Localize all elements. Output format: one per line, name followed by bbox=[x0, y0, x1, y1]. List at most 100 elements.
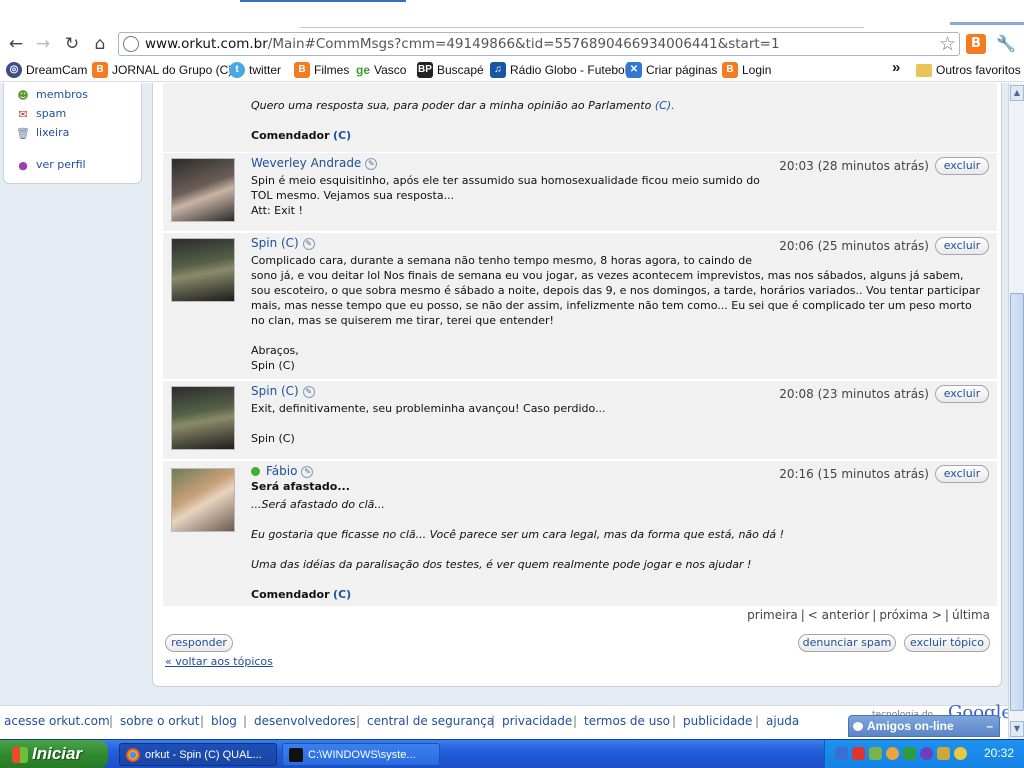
wrench-menu-icon[interactable]: 🔧 bbox=[996, 34, 1016, 54]
pager-next[interactable]: próxima > bbox=[879, 608, 942, 622]
footer-link[interactable]: desenvolvedores bbox=[254, 714, 356, 728]
community-sidebar: ▦ ☻membros ✉spam 🗑lixeira ●ver perfil bbox=[3, 83, 142, 184]
spam-icon: ✉ bbox=[18, 107, 28, 121]
delete-post-button[interactable]: excluir bbox=[935, 465, 989, 483]
antivirus-icon[interactable] bbox=[903, 747, 916, 760]
network-icon[interactable] bbox=[835, 747, 848, 760]
bookmark-dreamcam[interactable]: ◎ DreamCam bbox=[6, 62, 87, 78]
post-author-link[interactable]: Fábio ✎ bbox=[251, 464, 314, 478]
blogger-extension-icon[interactable]: B bbox=[966, 34, 986, 54]
bookmark-login[interactable]: B Login bbox=[722, 62, 771, 78]
browser-toolbar: ← → ↻ ⌂ www.orkut.com.br/Main#CommMsgs?c… bbox=[0, 30, 1024, 58]
start-button[interactable]: Iniciar bbox=[0, 740, 108, 768]
footer-separator: | bbox=[243, 714, 248, 728]
page-info-icon[interactable] bbox=[123, 36, 139, 52]
bookmark-jornal[interactable]: B JORNAL do Grupo (C) bbox=[92, 62, 232, 78]
avatar[interactable] bbox=[171, 238, 235, 302]
scrollbar-thumb[interactable] bbox=[1010, 293, 1024, 711]
messenger-icon[interactable] bbox=[920, 747, 933, 760]
post-timestamp: 20:08 (23 minutos atrás) bbox=[779, 387, 929, 401]
footer-link[interactable]: publicidade bbox=[683, 714, 752, 728]
other-bookmarks-folder[interactable]: Outros favoritos bbox=[916, 62, 1021, 78]
avatar[interactable] bbox=[171, 158, 235, 222]
post-author-link[interactable]: Spin (C) ✎ bbox=[251, 236, 315, 250]
bookmark-star-icon[interactable]: ☆ bbox=[939, 33, 956, 55]
post-text-line: Spin (C) bbox=[251, 359, 295, 372]
avatar[interactable] bbox=[171, 468, 235, 532]
forward-arrow-icon[interactable]: → bbox=[32, 34, 54, 54]
twitter-icon: t bbox=[229, 62, 245, 78]
delete-post-button[interactable]: excluir bbox=[935, 237, 989, 255]
profile-icon: ● bbox=[18, 158, 28, 172]
active-tab-indicator[interactable] bbox=[240, 0, 406, 2]
sidebar-item-membros[interactable]: ☻ membros bbox=[16, 88, 88, 102]
bookmark-vasco[interactable]: ge Vasco bbox=[356, 62, 406, 78]
tab-indicator-right[interactable] bbox=[950, 22, 1024, 25]
scroll-down-arrow-icon[interactable]: ▼ bbox=[1010, 721, 1024, 737]
more-bookmarks-chevron-icon[interactable]: » bbox=[892, 59, 900, 76]
address-bar-url[interactable]: www.orkut.com.br/Main#CommMsgs?cmm=49149… bbox=[145, 36, 780, 52]
edit-icon[interactable]: ✎ bbox=[365, 157, 378, 170]
tray-app-icon[interactable] bbox=[937, 747, 950, 760]
footer-link[interactable]: acesse orkut.com bbox=[4, 714, 110, 728]
footer-link[interactable]: termos de uso bbox=[584, 714, 670, 728]
update-icon[interactable] bbox=[954, 747, 967, 760]
bookmarks-bar: ◎ DreamCam B JORNAL do Grupo (C) t twitter … bbox=[0, 58, 1024, 82]
address-bar[interactable]: www.orkut.com.br/Main#CommMsgs?cmm=49149… bbox=[118, 32, 960, 56]
edit-icon[interactable]: ✎ bbox=[302, 237, 315, 250]
edit-icon[interactable]: ✎ bbox=[302, 385, 315, 398]
delete-topic-button[interactable]: excluir tópico bbox=[904, 634, 990, 652]
post-text-line: sono já, e vou deitar lol Nos finais de … bbox=[251, 269, 964, 282]
footer-link[interactable]: ajuda bbox=[766, 714, 799, 728]
bookmark-buscape[interactable]: BP Buscapé bbox=[417, 62, 484, 78]
home-icon[interactable]: ⌂ bbox=[89, 34, 111, 54]
footer-link[interactable]: blog bbox=[211, 714, 237, 728]
post-text-line: Eu gostaria que ficasse no clã... Você p… bbox=[251, 528, 785, 541]
post-text-line: Complicado cara, durante a semana não te… bbox=[251, 254, 752, 267]
bookmark-filmes[interactable]: B Filmes bbox=[294, 62, 349, 78]
report-spam-button[interactable]: denunciar spam bbox=[798, 634, 896, 652]
footer-link[interactable]: privacidade bbox=[502, 714, 572, 728]
back-arrow-icon[interactable]: ← bbox=[5, 34, 27, 54]
reply-button[interactable]: responder bbox=[165, 634, 233, 652]
tray-app-icon[interactable] bbox=[869, 747, 882, 760]
post-text-line: Quero uma resposta sua, para poder dar a… bbox=[251, 99, 675, 112]
footer-separator: | bbox=[109, 714, 114, 728]
taskbar-item-cmd[interactable]: C:\WINDOWS\syste... bbox=[282, 743, 440, 766]
post-text-line: Spin (C) bbox=[251, 432, 295, 445]
footer-link[interactable]: sobre o orkut bbox=[120, 714, 199, 728]
browser-title-strip bbox=[0, 0, 1024, 30]
sidebar-item-spam[interactable]: ✉ spam bbox=[16, 107, 66, 121]
pager-prev[interactable]: < anterior bbox=[808, 608, 869, 622]
delete-post-button[interactable]: excluir bbox=[935, 385, 989, 403]
avatar[interactable] bbox=[171, 386, 235, 450]
reload-icon[interactable]: ↻ bbox=[61, 34, 83, 54]
windows-logo-icon bbox=[12, 746, 28, 763]
taskbar-item-chrome[interactable]: orkut - Spin (C) QUAL... bbox=[119, 743, 277, 766]
delete-post-button[interactable]: excluir bbox=[935, 157, 989, 175]
footer-link[interactable]: central de segurança bbox=[367, 714, 494, 728]
chat-bubble-icon bbox=[853, 722, 863, 732]
scroll-up-arrow-icon[interactable]: ▲ bbox=[1010, 85, 1024, 101]
post-author-link[interactable]: Weverley Andrade ✎ bbox=[251, 156, 378, 170]
sidebar-item-ver-perfil[interactable]: ● ver perfil bbox=[16, 158, 85, 172]
vertical-scrollbar[interactable]: ▲ ▼ bbox=[1008, 83, 1024, 739]
pager-first[interactable]: primeira bbox=[747, 608, 798, 622]
back-to-topics-link[interactable]: « voltar aos tópicos bbox=[165, 655, 273, 668]
post-text-line: sou escoteiro, o que sobra mesmo é sábad… bbox=[251, 284, 980, 297]
radio-icon: ♫ bbox=[490, 62, 506, 78]
security-alert-icon[interactable] bbox=[852, 747, 865, 760]
bookmark-twitter[interactable]: t twitter bbox=[229, 62, 281, 78]
taskbar-clock[interactable]: 20:32 bbox=[984, 746, 1014, 760]
online-friends-panel[interactable]: Amigos on-line – bbox=[848, 715, 1000, 737]
bookmark-criar-paginas[interactable]: ✕ Criar páginas bbox=[626, 62, 717, 78]
volume-icon[interactable] bbox=[886, 747, 899, 760]
pagination: primeira | < anterior | próxima > | última bbox=[747, 608, 990, 622]
minimize-icon[interactable]: – bbox=[986, 716, 993, 736]
edit-icon[interactable]: ✎ bbox=[301, 465, 314, 478]
pager-last[interactable]: última bbox=[952, 608, 990, 622]
sidebar-item-lixeira[interactable]: 🗑 lixeira bbox=[16, 126, 69, 140]
post-author-link[interactable]: Spin (C) ✎ bbox=[251, 384, 315, 398]
bookmark-radio-globo[interactable]: ♫ Rádio Globo - Futebol bbox=[490, 62, 627, 78]
post-text-line: Abraços, bbox=[251, 344, 299, 357]
